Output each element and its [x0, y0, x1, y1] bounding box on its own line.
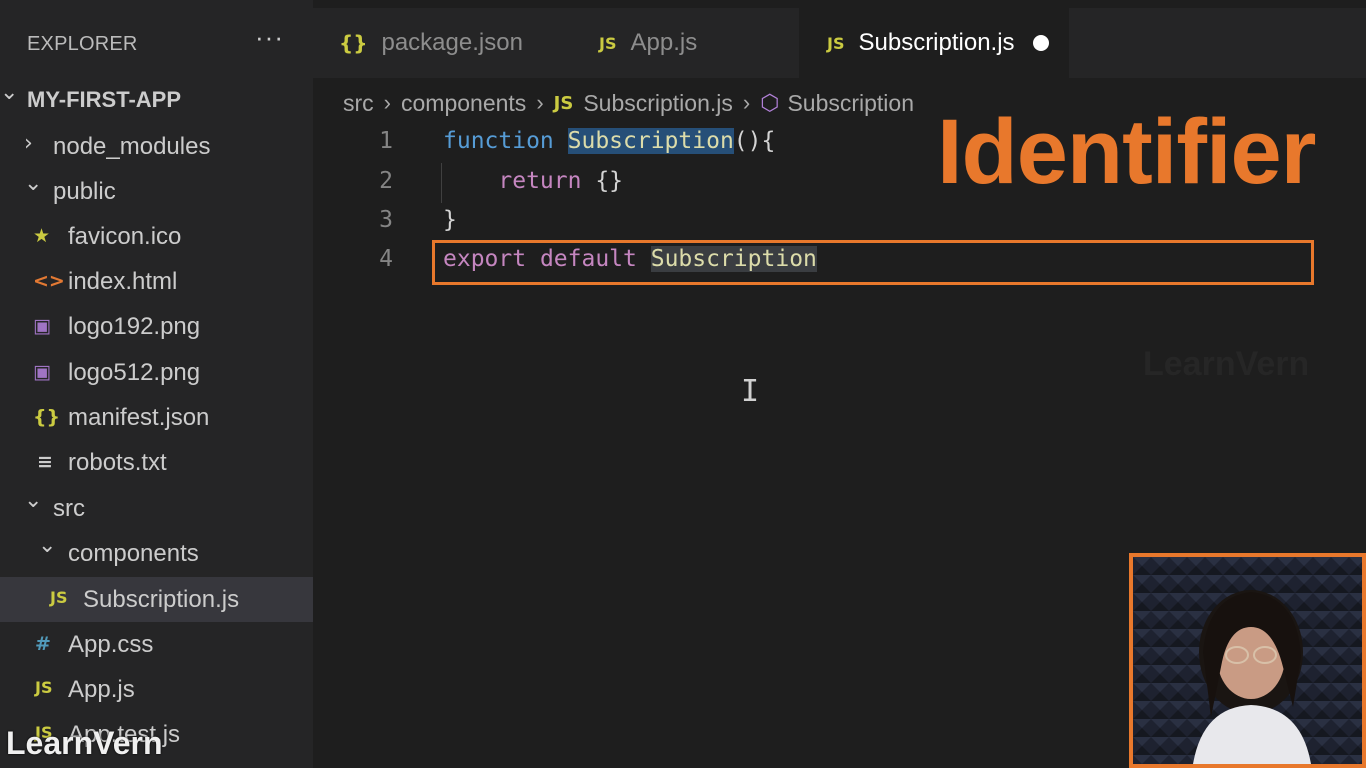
breadcrumb: src › components › JS Subscription.js › …: [343, 86, 914, 120]
code-token: Subscription: [567, 128, 734, 154]
overlay-title: Identifier: [937, 101, 1316, 203]
tree-file[interactable]: ▣ logo512.png: [0, 350, 313, 395]
chevron-down-icon[interactable]: ⌄: [38, 533, 56, 558]
breadcrumb-chevron-icon: ›: [742, 90, 751, 115]
tab-subscription-js[interactable]: JS Subscription.js: [799, 8, 1069, 78]
tree-file[interactable]: JS Subscription.js: [0, 577, 313, 622]
tab-package-json[interactable]: {} package.json: [313, 8, 571, 78]
presenter-image: [1133, 557, 1362, 764]
line-number: 4: [379, 246, 393, 272]
tab-app-js[interactable]: JS App.js: [571, 8, 799, 78]
line-number: 3: [379, 207, 393, 233]
webcam-video: [1129, 553, 1366, 768]
tree-item-label: public: [53, 178, 116, 205]
watermark-logo: LearnVern: [1143, 345, 1310, 383]
json-file-icon: {}: [33, 406, 61, 428]
tree-folder[interactable]: ⌄ public: [0, 169, 313, 214]
tree-item-label: components: [68, 540, 199, 567]
js-file-icon: JS: [827, 33, 845, 53]
line-number: 1: [379, 128, 393, 154]
tree-file[interactable]: <> index.html: [0, 259, 313, 304]
tree-item-label: favicon.ico: [68, 223, 182, 250]
tree-item-label: robots.txt: [68, 449, 167, 476]
chevron-right-icon[interactable]: ›: [24, 131, 33, 156]
breadcrumb-file[interactable]: Subscription.js: [583, 90, 733, 117]
html-file-icon: <>: [33, 270, 65, 292]
tree-file[interactable]: ≡ robots.txt: [0, 440, 313, 485]
tree-file[interactable]: ★ favicon.ico: [0, 214, 313, 259]
code-text[interactable]: }: [443, 207, 457, 233]
image-file-icon: ▣: [33, 315, 51, 337]
tree-item-label: manifest.json: [68, 404, 210, 431]
text-file-icon: ≡: [37, 451, 53, 473]
symbol-cube-icon: ⬡: [760, 90, 780, 116]
tab-label: App.js: [630, 29, 698, 56]
code-token: return: [443, 168, 596, 194]
tree-file[interactable]: {} manifest.json: [0, 395, 313, 440]
js-file-icon: JS: [50, 588, 68, 607]
chevron-down-icon[interactable]: ⌄: [0, 80, 18, 105]
breadcrumb-src[interactable]: src: [343, 90, 374, 117]
line-number: 2: [379, 168, 393, 194]
indent-guide: [441, 163, 442, 203]
breadcrumb-chevron-icon: ›: [536, 90, 544, 115]
text-cursor-icon: I: [741, 374, 760, 409]
js-file-icon: JS: [553, 92, 574, 114]
code-text[interactable]: function Subscription(){: [443, 128, 775, 154]
tree-item-label: MY-FIRST-APP: [27, 87, 182, 112]
editor-tab-bar: {} package.json JS App.js JS Subscription.js: [313, 8, 1366, 78]
explorer-title: EXPLORER: [27, 33, 138, 55]
explorer-sidebar: EXPLORER ··· ⌄ MY-FIRST-APP › node_modules ⌄…: [0, 0, 313, 768]
code-token: function: [443, 128, 568, 154]
more-actions-icon[interactable]: ···: [255, 22, 284, 53]
code-token: }: [443, 207, 457, 233]
js-file-icon: JS: [599, 33, 617, 53]
tree-item-label: node_modules: [53, 133, 211, 160]
highlight-box: [432, 240, 1314, 285]
breadcrumb-components[interactable]: components: [401, 90, 526, 117]
tree-folder[interactable]: ⌄ components: [0, 531, 313, 576]
tree-file[interactable]: # App.css: [0, 622, 313, 667]
css-file-icon: #: [35, 633, 51, 655]
chevron-down-icon[interactable]: ⌄: [24, 488, 42, 513]
breadcrumb-chevron-icon: ›: [383, 90, 391, 115]
explorer-header: EXPLORER ···: [0, 8, 313, 78]
tree-item-label: src: [53, 495, 85, 522]
tree-item-label: App.css: [68, 631, 154, 658]
watermark-logo: LearnVern: [6, 725, 163, 761]
code-token: {}: [595, 168, 624, 194]
chevron-down-icon[interactable]: ⌄: [24, 171, 42, 196]
breadcrumb-symbol[interactable]: Subscription: [787, 90, 914, 117]
unsaved-dot-icon[interactable]: [1032, 35, 1049, 51]
tree-item-label: Subscription.js: [83, 586, 240, 613]
tree-file[interactable]: ▣ logo192.png: [0, 304, 313, 349]
code-text[interactable]: return {}: [443, 168, 623, 194]
code-token: (){: [733, 128, 776, 154]
tree-item-label: index.html: [68, 268, 178, 295]
image-file-icon: ▣: [33, 361, 51, 383]
tree-item-label: App.js: [68, 676, 135, 703]
tree-folder[interactable]: ⌄ src: [0, 486, 313, 531]
tree-item-label: logo512.png: [68, 359, 201, 386]
favicon-star-icon: ★: [33, 225, 51, 247]
tree-item-label: logo192.png: [68, 313, 201, 340]
tab-label: package.json: [381, 29, 523, 56]
tree-folder[interactable]: ⌄ MY-FIRST-APP: [0, 78, 313, 123]
tree-folder[interactable]: › node_modules: [0, 124, 313, 169]
code-line[interactable]: 3}: [313, 201, 1366, 241]
tree-file[interactable]: JS App.js: [0, 667, 313, 712]
json-file-icon: {}: [339, 31, 368, 55]
js-file-icon: JS: [35, 678, 53, 697]
tab-label: Subscription.js: [858, 29, 1015, 56]
